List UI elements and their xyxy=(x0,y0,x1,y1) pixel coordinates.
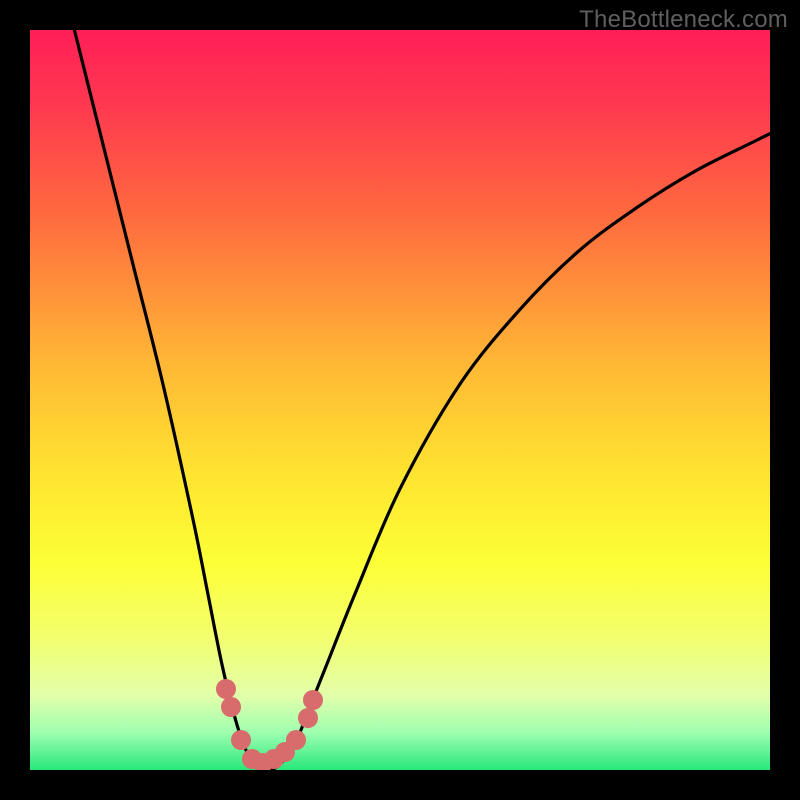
chart-frame: TheBottleneck.com xyxy=(0,0,800,800)
bottleneck-marker xyxy=(298,708,318,728)
bottleneck-marker xyxy=(216,679,236,699)
watermark-label: TheBottleneck.com xyxy=(579,6,788,34)
bottleneck-marker xyxy=(221,697,241,717)
plot-area xyxy=(30,30,770,770)
bottleneck-marker xyxy=(303,690,323,710)
bottleneck-marker xyxy=(231,730,251,750)
bottleneck-curve xyxy=(30,30,770,770)
bottleneck-marker xyxy=(286,730,306,750)
